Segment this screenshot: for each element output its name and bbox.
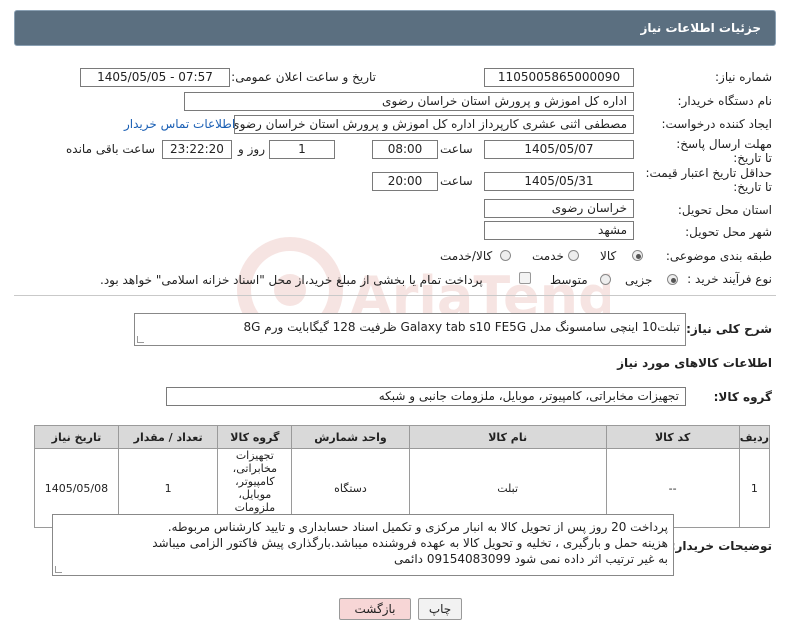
buyer-contact-link[interactable]: اطلاعات تماس خریدار xyxy=(124,117,235,131)
announce-datetime-field: 1405/05/05 - 07:57 xyxy=(80,68,230,87)
category-option-goods: کالا xyxy=(600,249,617,263)
purchase-option-medium: متوسط xyxy=(550,273,588,287)
announce-datetime-label: تاریخ و ساعت اعلان عمومی: xyxy=(231,70,376,84)
goods-section-title: اطلاعات کالاهای مورد نیاز xyxy=(617,356,772,370)
col-need-date: تاریخ نیاز xyxy=(34,425,119,449)
col-name: نام کالا xyxy=(408,425,607,449)
buyer-notes-line-2: هزینه حمل و بارگیری ، تخلیه و تحویل کالا… xyxy=(152,536,668,550)
purchase-radio-medium[interactable] xyxy=(600,274,611,285)
reply-time-label: ساعت xyxy=(440,142,473,156)
reply-deadline-label: مهلت ارسال پاسخ: تا تاریخ: xyxy=(676,137,772,165)
delivery-city-label: شهر محل تحویل: xyxy=(685,225,772,239)
buyer-notes-line-1: پرداخت 20 روز پس از تحویل کالا به انبار … xyxy=(167,520,668,534)
price-validity-label: حداقل تاریخ اعتبار قیمت: تا تاریخ: xyxy=(645,166,772,194)
delivery-province-field: خراسان رضوی xyxy=(484,199,634,218)
buyer-notes-line-3: به غیر ترتیب اثر داده نمی شود 0915408309… xyxy=(394,552,668,566)
reply-days-field: 1 xyxy=(269,140,335,159)
reply-time-field: 08:00 xyxy=(372,140,438,159)
price-validity-time-field: 20:00 xyxy=(372,172,438,191)
cell-row: 1 xyxy=(738,448,771,528)
col-unit: واحد شمارش xyxy=(291,425,410,449)
reply-date-field: 1405/05/07 xyxy=(484,140,634,159)
goods-group-field: تجهیزات مخابراتی، کامپیوتر، موبایل، ملزو… xyxy=(166,387,686,406)
buyer-notes-label: توضیحات خریدار: xyxy=(670,539,772,553)
watermark-logo: AriaTender.neT xyxy=(237,237,610,343)
category-label: طبقه بندی موضوعی: xyxy=(665,249,772,263)
back-button[interactable]: بازگشت xyxy=(339,598,411,620)
table-header-row: تاریخ نیاز تعداد / مقدار گروه کالا واحد … xyxy=(34,425,771,449)
category-option-service: خدمت xyxy=(532,249,564,263)
title-bar: جزئیات اطلاعات نیاز xyxy=(14,10,776,46)
col-row: ردیف xyxy=(738,425,771,449)
price-validity-date-field: 1405/05/31 xyxy=(484,172,634,191)
summary-label: شرح کلی نیاز: xyxy=(686,322,772,336)
treasury-checkbox[interactable] xyxy=(519,272,531,284)
purchase-radio-minor[interactable] xyxy=(667,274,678,285)
col-quantity: تعداد / مقدار xyxy=(117,425,219,449)
remaining-time-label: ساعت باقی مانده xyxy=(66,142,156,156)
goods-group-label: گروه کالا: xyxy=(713,390,772,404)
treasury-note: پرداخت تمام یا بخشی از مبلغ خرید،از محل … xyxy=(100,273,483,287)
category-option-both: کالا/خدمت xyxy=(440,249,493,263)
purchase-option-minor: جزیی xyxy=(625,273,653,287)
col-group: گروه کالا xyxy=(217,425,293,449)
summary-text: تبلت10 اینچی سامسونگ مدل Galaxy tab s10 … xyxy=(243,320,680,334)
divider xyxy=(14,295,776,296)
category-radio-service[interactable] xyxy=(568,250,579,261)
resize-handle[interactable] xyxy=(55,566,62,573)
price-validity-time-label: ساعت xyxy=(440,174,473,188)
need-number-field: 1105005865000090 xyxy=(484,68,634,87)
buyer-notes-textarea[interactable]: پرداخت 20 روز پس از تحویل کالا به انبار … xyxy=(52,514,674,576)
delivery-city-field: مشهد xyxy=(484,221,634,240)
resize-handle[interactable] xyxy=(137,336,144,343)
remaining-time-field: 23:22:20 xyxy=(162,140,232,159)
category-radio-both[interactable] xyxy=(500,250,511,261)
category-radio-goods[interactable] xyxy=(632,250,643,261)
requester-field: مصطفی اثنی عشری کارپرداز اداره کل اموزش … xyxy=(234,115,634,134)
items-table: تاریخ نیاز تعداد / مقدار گروه کالا واحد … xyxy=(34,425,771,528)
delivery-province-label: استان محل تحویل: xyxy=(677,203,772,217)
reply-days-label: روز و xyxy=(238,142,265,156)
summary-textarea[interactable]: تبلت10 اینچی سامسونگ مدل Galaxy tab s10 … xyxy=(134,313,686,346)
requester-label: ایجاد کننده درخواست: xyxy=(661,117,772,131)
purchase-type-label: نوع فرآیند خرید : xyxy=(687,272,772,286)
page-title: جزئیات اطلاعات نیاز xyxy=(640,21,761,35)
need-number-label: شماره نیاز: xyxy=(715,70,772,84)
buyer-org-label: نام دستگاه خریدار: xyxy=(677,94,773,108)
print-button[interactable]: چاپ xyxy=(418,598,462,620)
col-code: کد کالا xyxy=(605,425,740,449)
buyer-org-field: اداره کل اموزش و پرورش استان خراسان رضوی xyxy=(184,92,634,111)
